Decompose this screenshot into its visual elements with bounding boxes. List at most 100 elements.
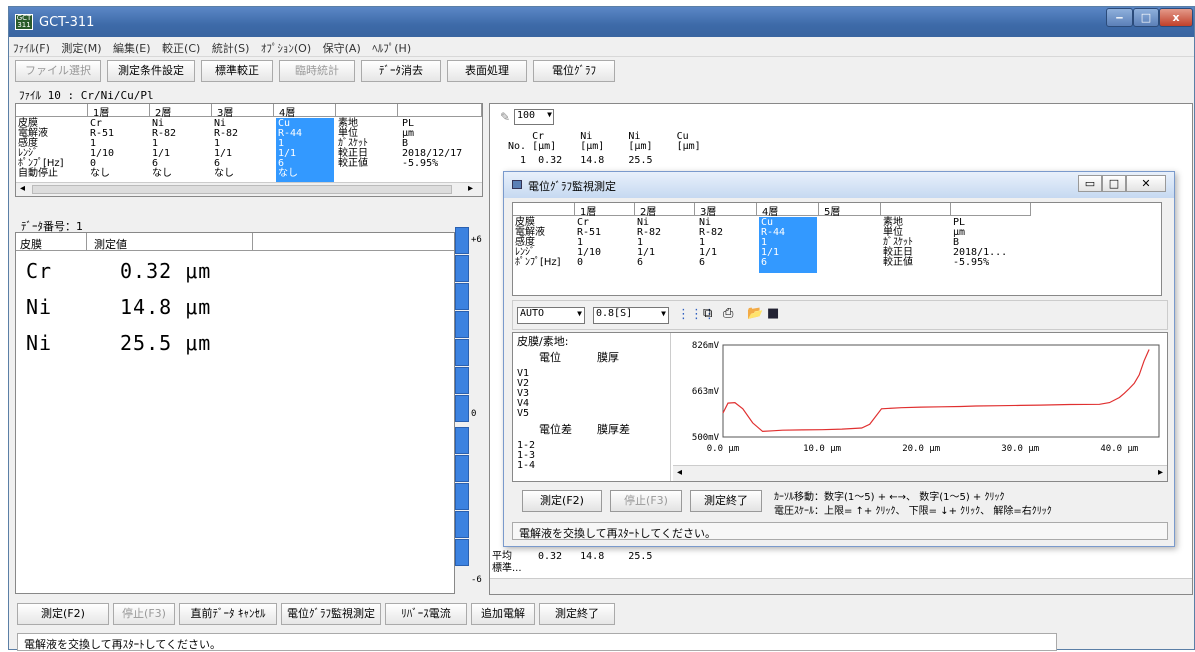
scale-block-empty bbox=[455, 483, 469, 510]
scale-block bbox=[455, 311, 469, 338]
layer-cell: なし bbox=[152, 168, 172, 179]
menu-calibrate[interactable]: 較正(C) bbox=[158, 37, 204, 59]
x-tick-label: 0.0 μm bbox=[707, 444, 740, 454]
dialog-title-bar[interactable]: 電位ｸﾞﾗﾌ監視測定 ▭ □ ✕ bbox=[504, 172, 1174, 198]
menu-statistics[interactable]: 統計(S) bbox=[208, 37, 254, 59]
surface-treatment-button[interactable]: 表面処理 bbox=[447, 60, 527, 82]
close-button[interactable]: x bbox=[1159, 8, 1193, 27]
scroll-right-icon[interactable]: ▸ bbox=[1158, 467, 1163, 478]
scale-block bbox=[455, 255, 469, 282]
y-tick-label: 500mV bbox=[692, 433, 720, 443]
dlg-layer3-header: 3層 bbox=[695, 203, 757, 218]
potential-graph-button[interactable]: 電位ｸﾞﾗﾌ bbox=[533, 60, 615, 82]
minimize-button[interactable]: ‒ bbox=[1106, 8, 1133, 27]
zoom-select[interactable]: 100 ▼ bbox=[514, 109, 554, 125]
menu-help[interactable]: ﾍﾙﾌﾟ(H) bbox=[368, 37, 415, 59]
dialog-close-button[interactable]: ✕ bbox=[1126, 175, 1166, 192]
menu-bar: ﾌｧｲﾙ(F) 測定(M) 編集(E) 較正(C) 統計(S) ｵﾌﾟｼｮﾝ(O… bbox=[9, 37, 1194, 57]
scale-block bbox=[455, 227, 469, 254]
open-folder-icon[interactable]: 📂 bbox=[747, 306, 763, 321]
voltage-range-value: AUTO bbox=[520, 308, 545, 319]
print-icon[interactable]: ⎙ bbox=[723, 306, 733, 321]
dialog-layer-table[interactable]: 1層 2層 3層 4層 5層 皮膜 電解液 感度 ﾚﾝｼﾞ ﾎﾟﾝﾌﾟ[Hz] Cr R-5… bbox=[512, 202, 1162, 296]
temp-statistics-button[interactable]: 臨時統計 bbox=[279, 60, 355, 82]
stop-button[interactable]: 停止(F3) bbox=[113, 603, 175, 625]
coating-column-header: 皮膜 bbox=[20, 238, 42, 251]
dialog-minimize-button[interactable]: ▭ bbox=[1078, 175, 1102, 192]
dlg-measure-end-button[interactable]: 測定終了 bbox=[690, 490, 762, 512]
y-tick-label: 826mV bbox=[692, 341, 720, 351]
menu-file[interactable]: ﾌｧｲﾙ(F) bbox=[9, 37, 54, 59]
dlg-layer4-header: 4層 bbox=[757, 203, 819, 218]
layer-info-label: 較正値 bbox=[338, 158, 368, 169]
scroll-left-icon[interactable]: ◂ bbox=[677, 467, 682, 478]
menu-measure[interactable]: 測定(M) bbox=[57, 37, 105, 59]
interval-select[interactable]: 0.8[S] ▼ bbox=[593, 307, 669, 324]
standard-calibration-button[interactable]: 標準較正 bbox=[201, 60, 273, 82]
menu-options[interactable]: ｵﾌﾟｼｮﾝ(O) bbox=[257, 37, 315, 59]
chevron-down-icon[interactable]: ▼ bbox=[661, 309, 666, 318]
dlg-measure-button[interactable]: 測定(F2) bbox=[522, 490, 602, 512]
window-title: GCT-311 bbox=[39, 15, 95, 30]
result-row-1-name: Cr bbox=[26, 259, 53, 283]
dlg-header-blank-2 bbox=[881, 203, 951, 216]
measure-end-button[interactable]: 測定終了 bbox=[539, 603, 615, 625]
scale-bottom-label: -6 bbox=[471, 575, 482, 585]
layer-cell: なし bbox=[278, 168, 298, 179]
chevron-down-icon[interactable]: ▼ bbox=[577, 309, 582, 318]
potential-diff-header: 電位差 bbox=[539, 423, 572, 436]
copy-icon[interactable]: ⧉ bbox=[703, 306, 712, 321]
history-scrollbar[interactable] bbox=[490, 578, 1192, 594]
chevron-down-icon[interactable]: ▼ bbox=[547, 110, 552, 119]
potential-graph-monitor-button[interactable]: 電位ｸﾞﾗﾌ監視測定 bbox=[281, 603, 381, 625]
dialog-maximize-button[interactable]: □ bbox=[1102, 175, 1126, 192]
toolbar: ファイル選択 測定条件設定 標準較正 臨時統計 ﾃﾞｰﾀ消去 表面処理 電位ｸﾞ… bbox=[9, 58, 1194, 84]
average-values: 0.32 14.8 25.5 bbox=[538, 551, 653, 562]
layer-settings-table[interactable]: 1層 2層 3層 4層 皮膜 電解液 感度 ﾚﾝｼﾞ ﾎﾟﾝﾌﾟ[Hz] 自動停止 Cr R-… bbox=[15, 103, 483, 197]
dlg-stop-button[interactable]: 停止(F3) bbox=[610, 490, 682, 512]
potential-header: 電位 bbox=[539, 351, 561, 364]
result-row-1-value: 0.32 μm bbox=[120, 259, 212, 283]
scale-block bbox=[455, 367, 469, 394]
coating-base-label: 皮膜/素地: bbox=[517, 335, 569, 348]
layer1-header: 1層 bbox=[88, 104, 150, 119]
dlg-layer1-header: 1層 bbox=[575, 203, 635, 218]
dialog-icon bbox=[512, 180, 522, 189]
maximize-button[interactable]: □ bbox=[1133, 8, 1159, 27]
thickness-diff-header: 膜厚差 bbox=[597, 423, 630, 436]
potential-graph-dialog[interactable]: 電位ｸﾞﾗﾌ監視測定 ▭ □ ✕ 1層 2層 3層 4層 5層 皮膜 電解液 感度ﾚ… bbox=[503, 171, 1175, 547]
title-bar[interactable]: GCT 311 GCT-311 ‒ □ x bbox=[9, 7, 1194, 37]
potential-chart[interactable]: 826mV 663mV 500mV0.0 μm 10.0 μm 20.0 μm 30.0 … bbox=[671, 333, 1167, 465]
measure-settings-button[interactable]: 測定条件設定 bbox=[107, 60, 195, 82]
status-bar: 電解液を交換して再ｽﾀｰﾄしてください。 bbox=[17, 633, 1057, 651]
horizontal-scrollbar[interactable]: ◂ ▸ bbox=[16, 182, 482, 196]
scroll-right-icon[interactable]: ▸ bbox=[468, 183, 473, 194]
app-icon: GCT 311 bbox=[15, 14, 33, 30]
voltage-range-select[interactable]: AUTO ▼ bbox=[517, 307, 585, 324]
file-select-button[interactable]: ファイル選択 bbox=[15, 60, 101, 82]
interval-value: 0.8[S] bbox=[596, 308, 633, 319]
dialog-status-bar: 電解液を交換して再ｽﾀｰﾄしてください。 bbox=[512, 522, 1168, 540]
layer-info-value: -5.95% bbox=[402, 158, 439, 169]
graph-scrollbar[interactable]: ◂ ▸ bbox=[673, 465, 1167, 481]
result-row-3-value: 25.5 μm bbox=[120, 331, 212, 355]
menu-edit[interactable]: 編集(E) bbox=[109, 37, 155, 59]
result-row-2-name: Ni bbox=[26, 295, 53, 319]
layer-row-label: 自動停止 bbox=[18, 168, 58, 179]
scroll-left-icon[interactable]: ◂ bbox=[20, 183, 25, 194]
cancel-last-data-button[interactable]: 直前ﾃﾞｰﾀ ｷｬﾝｾﾙ bbox=[179, 603, 277, 625]
thickness-header: 膜厚 bbox=[597, 351, 619, 364]
menu-maintenance[interactable]: 保守(A) bbox=[319, 37, 365, 59]
scroll-thumb[interactable] bbox=[32, 185, 452, 194]
dlg-layer2-header: 2層 bbox=[635, 203, 695, 218]
measure-button[interactable]: 測定(F2) bbox=[17, 603, 109, 625]
graph-info-panel: 皮膜/素地: 電位 膜厚 V1 V2 V3 V4 V5 電位差 膜厚差 1-2 … bbox=[513, 333, 671, 481]
y-tick-label: 663mV bbox=[692, 387, 720, 397]
save-icon[interactable]: ■ bbox=[767, 306, 779, 321]
header-blank-2 bbox=[336, 104, 398, 117]
data-clear-button[interactable]: ﾃﾞｰﾀ消去 bbox=[361, 60, 441, 82]
additional-electrolysis-button[interactable]: 追加電解 bbox=[471, 603, 535, 625]
x-tick-label: 20.0 μm bbox=[902, 444, 940, 454]
pen-icon[interactable]: ✎ bbox=[500, 110, 510, 124]
reverse-current-button[interactable]: ﾘﾊﾞｰｽ電流 bbox=[385, 603, 467, 625]
